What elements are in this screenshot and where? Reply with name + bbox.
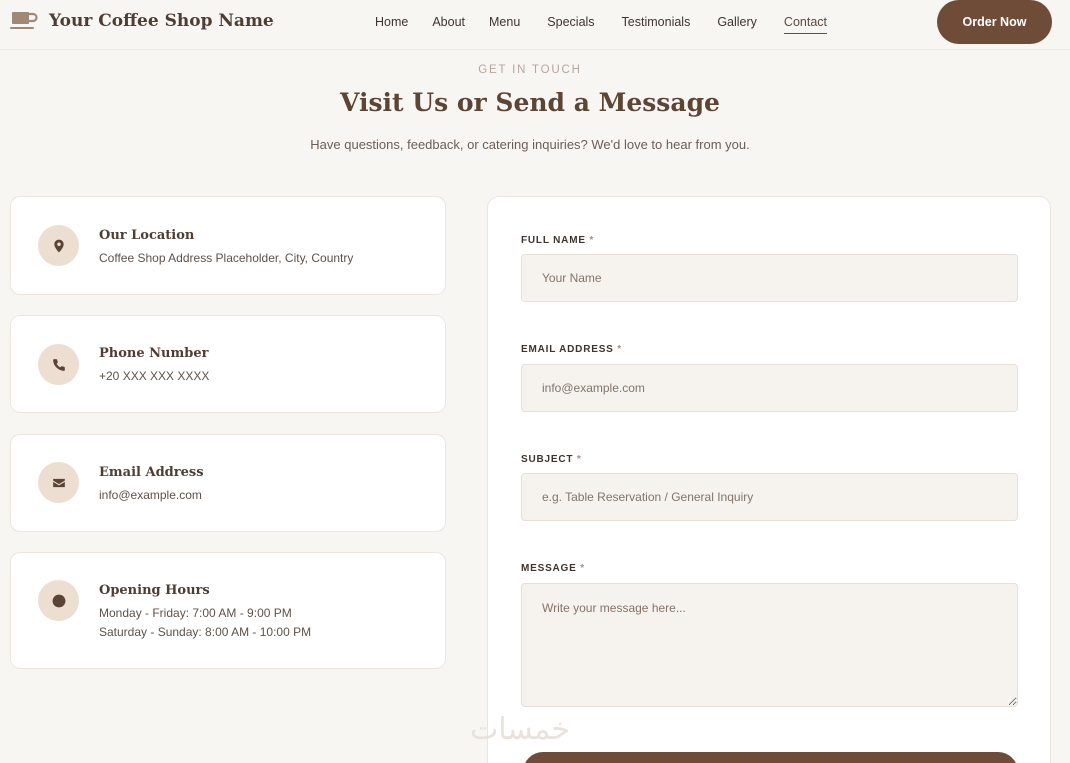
name-label: FULL NAME * (521, 235, 595, 246)
card-text: Coffee Shop Address Placeholder, City, C… (99, 251, 354, 265)
nav-specials[interactable]: Specials (547, 15, 594, 34)
nav-testimonials[interactable]: Testimonials (622, 15, 691, 34)
hours-card: Opening Hours Monday - Friday: 7:00 AM -… (10, 552, 446, 669)
section-eyebrow: GET IN TOUCH (478, 64, 582, 76)
card-text: info@example.com (99, 488, 202, 502)
email-label: EMAIL ADDRESS * (521, 344, 622, 355)
phone-icon (38, 344, 79, 385)
coffee-cup-icon (10, 10, 38, 32)
page-title: Visit Us or Send a Message (340, 88, 720, 117)
location-card: Our Location Coffee Shop Address Placeho… (10, 196, 446, 295)
subject-input[interactable] (521, 473, 1018, 521)
main-nav: Home About Menu Specials Testimonials Ga… (375, 15, 828, 34)
nav-home[interactable]: Home (375, 15, 408, 34)
card-text: Monday - Friday: 7:00 AM - 9:00 PM (99, 606, 292, 620)
card-title: Our Location (99, 228, 195, 243)
brand-name: Your Coffee Shop Name (49, 11, 274, 31)
phone-card: Phone Number +20 XXX XXX XXXX (10, 315, 446, 413)
card-title: Opening Hours (99, 583, 210, 598)
nav-about[interactable]: About (432, 15, 465, 34)
card-title: Email Address (99, 465, 204, 480)
location-pin-icon (38, 225, 79, 266)
send-message-button[interactable] (523, 752, 1018, 763)
clock-icon (38, 580, 79, 621)
contact-form: FULL NAME * EMAIL ADDRESS * SUBJECT * ME… (487, 196, 1051, 763)
nav-contact[interactable]: Contact (783, 15, 828, 34)
email-card: Email Address info@example.com (10, 434, 446, 532)
nav-menu[interactable]: Menu (489, 15, 520, 34)
card-text: +20 XXX XXX XXXX (99, 369, 210, 383)
message-label: MESSAGE * (521, 563, 585, 574)
subject-label: SUBJECT * (521, 454, 582, 465)
watermark: خمسات (470, 712, 571, 747)
card-text: Saturday - Sunday: 8:00 AM - 10:00 PM (99, 625, 312, 639)
message-textarea[interactable] (521, 583, 1018, 707)
nav-gallery[interactable]: Gallery (717, 15, 757, 34)
card-title: Phone Number (99, 346, 209, 361)
name-input[interactable] (521, 254, 1018, 302)
site-header: Your Coffee Shop Name Home About Menu Sp… (0, 0, 1070, 50)
envelope-icon (38, 462, 79, 503)
email-input[interactable] (521, 364, 1018, 412)
brand-logo[interactable]: Your Coffee Shop Name (10, 10, 274, 32)
order-now-button[interactable]: Order Now (937, 0, 1052, 44)
page-subtitle: Have questions, feedback, or catering in… (310, 137, 750, 152)
